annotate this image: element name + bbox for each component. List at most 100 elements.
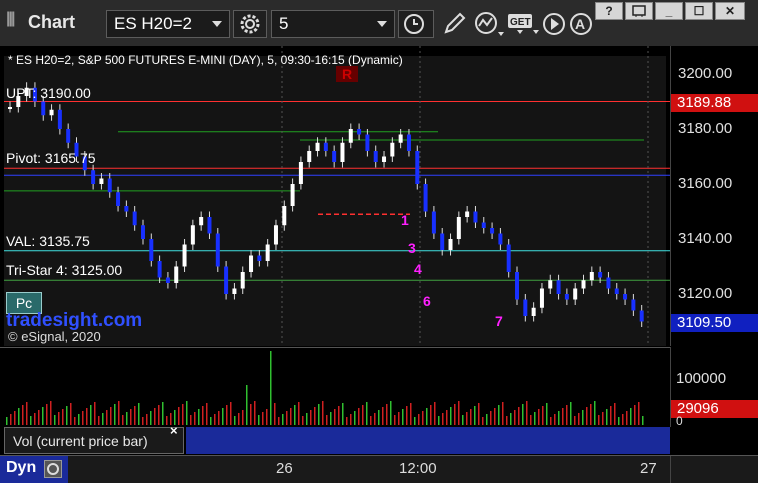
candle-body <box>91 170 96 184</box>
volume-bar <box>570 402 572 425</box>
candle-body <box>240 272 245 289</box>
volume-bar <box>134 406 136 425</box>
volume-bar <box>226 405 228 425</box>
play-icon <box>543 13 565 35</box>
volume-bar <box>582 410 584 425</box>
symbol-value: ES H20=2 <box>114 14 192 33</box>
volume-bar <box>490 411 492 425</box>
volume-label-fill <box>186 427 670 454</box>
candle-body <box>581 280 586 289</box>
volume-bar <box>150 411 152 425</box>
chevron-down-icon <box>377 21 387 27</box>
close-button[interactable]: ✕ <box>715 2 745 20</box>
candle-body <box>506 244 511 272</box>
time-axis-bar[interactable]: Dyn 26 12:00 27 <box>0 455 758 483</box>
volume-bar <box>330 412 332 425</box>
volume-bar <box>250 404 252 425</box>
volume-bar <box>482 417 484 425</box>
volume-bar <box>326 415 328 425</box>
minimize-button[interactable]: _ <box>655 2 683 20</box>
volume-bar <box>378 410 380 425</box>
volume-bar <box>566 405 568 425</box>
candle-body <box>57 109 62 129</box>
candle-body <box>107 178 112 193</box>
candle-body <box>340 142 345 162</box>
price-tick: 3120.00 <box>678 285 733 302</box>
volume-bar <box>498 405 500 425</box>
volume-bar <box>610 406 612 425</box>
volume-bar <box>94 402 96 425</box>
settings-button[interactable] <box>233 10 267 38</box>
link-icon[interactable] <box>44 460 62 478</box>
help-button[interactable]: ? <box>595 2 623 20</box>
draw-button[interactable] <box>440 10 468 38</box>
candle-body <box>440 233 445 250</box>
close-study-icon[interactable]: × <box>170 423 178 438</box>
volume-bar <box>114 404 116 425</box>
price-tick: 3180.00 <box>678 120 733 137</box>
volume-bar <box>366 402 368 425</box>
svg-text:GET: GET <box>510 17 531 28</box>
volume-bar <box>118 401 120 425</box>
drag-grip-icon[interactable]: ||| <box>6 10 16 28</box>
seq-label: 7 <box>495 313 503 329</box>
symbol-select[interactable]: ES H20=2 <box>106 10 230 38</box>
volume-bar <box>418 414 420 425</box>
volume-bar <box>486 414 488 425</box>
candle-body <box>124 206 129 212</box>
price-tick: 3200.00 <box>678 65 733 82</box>
volume-bar <box>210 417 212 425</box>
volume-bar <box>450 407 452 425</box>
level-label-tristar: Tri-Star 4: 3125.00 <box>6 262 123 278</box>
alert-button[interactable]: A <box>569 10 595 38</box>
volume-bar <box>594 401 596 425</box>
level-label-pivot: Pivot: 3165.75 <box>6 150 96 166</box>
volume-bar <box>606 409 608 425</box>
candle-body <box>498 233 503 245</box>
play-button[interactable] <box>542 10 568 38</box>
volume-bar <box>86 408 88 425</box>
volume-bar <box>102 413 104 425</box>
candle-body <box>515 272 520 300</box>
volume-bar <box>474 406 476 425</box>
volume-bar <box>178 407 180 425</box>
candle-body <box>307 151 312 162</box>
volume-bar <box>230 402 232 425</box>
candle-body <box>490 228 495 234</box>
candle-body <box>282 206 287 226</box>
volume-bar <box>494 408 496 425</box>
gear-icon <box>240 14 260 34</box>
candle-body <box>398 134 403 143</box>
time-button[interactable] <box>398 10 434 38</box>
volume-bar <box>318 404 320 425</box>
interval-value: 5 <box>279 14 289 33</box>
candle-body <box>232 288 237 294</box>
volume-bar <box>574 416 576 425</box>
volume-bar <box>158 405 160 425</box>
restore-button[interactable] <box>625 2 653 20</box>
maximize-button[interactable]: ☐ <box>685 2 713 20</box>
seq-label: 6 <box>423 293 431 309</box>
candle-body <box>539 288 544 308</box>
studies-button[interactable] <box>472 10 506 38</box>
volume-bar <box>466 412 468 425</box>
candle-body <box>290 184 295 206</box>
interval-select[interactable]: 5 <box>271 10 395 38</box>
volume-bar <box>430 405 432 425</box>
get-data-button[interactable]: GET <box>507 10 541 38</box>
volume-bar <box>502 402 504 425</box>
volume-bar <box>514 410 516 425</box>
volume-bar <box>110 407 112 425</box>
volume-bar <box>6 417 8 425</box>
candle-body <box>332 151 337 162</box>
volume-bar <box>350 414 352 425</box>
dyn-tab[interactable]: Dyn <box>0 456 68 483</box>
volume-bar <box>82 411 84 425</box>
candle-body <box>589 272 594 281</box>
candle-body <box>548 280 553 289</box>
volume-bar <box>510 413 512 425</box>
candle-body <box>8 107 12 109</box>
volume-bar <box>342 403 344 425</box>
price-tick: 3160.00 <box>678 175 733 192</box>
volume-bar <box>362 405 364 425</box>
